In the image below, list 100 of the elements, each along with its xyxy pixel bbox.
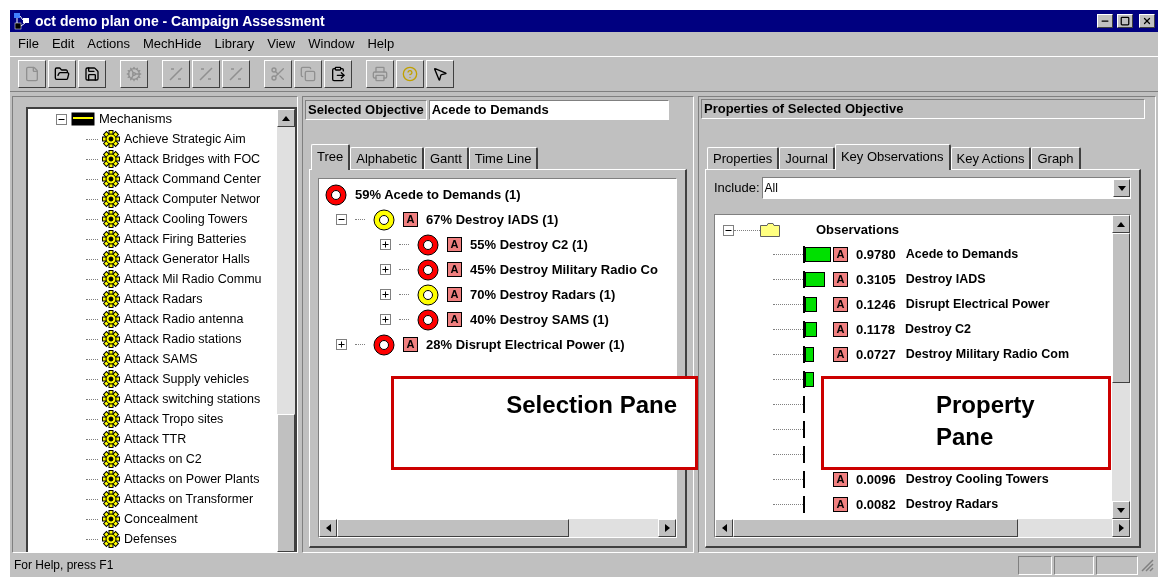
menu-item[interactable]: Edit xyxy=(51,34,75,54)
menu-item[interactable]: File xyxy=(18,34,39,54)
mechanism-item[interactable]: Attacks on Transformer xyxy=(124,489,254,509)
collapse-icon[interactable] xyxy=(723,224,734,236)
objective-label[interactable]: 55% Destroy C2 (1) xyxy=(470,234,588,255)
observation-name[interactable]: Destroy IADS xyxy=(905,270,986,289)
collapse-icon[interactable] xyxy=(336,214,347,225)
menu-item[interactable]: Window xyxy=(308,34,355,54)
mechanism-item[interactable]: Attack SAMS xyxy=(124,349,198,369)
left-arrow-icon xyxy=(325,524,331,532)
mechanism-item[interactable]: Attacks on Power Plants xyxy=(124,469,260,489)
menu-item[interactable]: MechHide xyxy=(143,34,202,54)
objective-label[interactable]: 40% Destroy SAMS (1) xyxy=(470,309,609,330)
gear-icon xyxy=(102,150,120,168)
mechanism-item[interactable]: Attack Cooling Towers xyxy=(124,209,248,229)
mechanism-item[interactable]: Attack Radio antenna xyxy=(124,309,244,329)
collapse-icon[interactable] xyxy=(56,113,67,125)
minimize-button[interactable] xyxy=(1097,14,1113,28)
scroll-up-button[interactable] xyxy=(277,109,295,127)
tree-label[interactable]: Mechanisms xyxy=(99,109,172,129)
vertical-scrollbar[interactable] xyxy=(1112,215,1130,519)
objective-label[interactable]: 67% Destroy IADS (1) xyxy=(426,209,559,230)
toolbar-button[interactable] xyxy=(426,60,454,88)
scroll-left-button[interactable] xyxy=(715,519,733,537)
expand-icon[interactable] xyxy=(336,339,347,350)
maximize-button[interactable] xyxy=(1117,14,1133,28)
tree-label[interactable]: Observations xyxy=(816,220,900,240)
scroll-thumb[interactable] xyxy=(277,414,295,552)
tab[interactable]: Key Observations xyxy=(834,144,951,170)
mechanism-item[interactable]: Achieve Strategic Aim xyxy=(124,129,246,149)
selected-objective-field[interactable]: Acede to Demands xyxy=(428,100,669,120)
right-arrow-icon xyxy=(1118,524,1124,532)
scroll-thumb[interactable] xyxy=(337,519,569,537)
tab[interactable]: Properties xyxy=(707,147,780,169)
fraction-slash-icon xyxy=(168,66,184,82)
scroll-thumb[interactable] xyxy=(1112,233,1130,383)
scroll-right-button[interactable] xyxy=(1112,519,1130,537)
tab[interactable]: Alphabetic xyxy=(350,147,424,169)
objective-label[interactable]: 59% Acede to Demands (1) xyxy=(355,184,521,205)
down-arrow-icon xyxy=(1117,507,1125,513)
observation-name[interactable]: Destroy Radars xyxy=(905,495,999,514)
status-text: For Help, press F1 xyxy=(14,557,115,574)
right-arrow-icon xyxy=(664,524,670,532)
objective-label[interactable]: 28% Disrupt Electrical Power (1) xyxy=(426,334,625,355)
toolbar-button[interactable] xyxy=(78,60,106,88)
include-dropdown[interactable]: All xyxy=(761,177,1131,199)
mechanism-item[interactable]: Attack Supply vehicles xyxy=(124,369,250,389)
expand-icon[interactable] xyxy=(380,264,391,275)
mechanism-item[interactable]: Attack Bridges with FOC xyxy=(124,149,261,169)
observation-value: 0.0096 xyxy=(856,470,896,489)
scroll-thumb[interactable] xyxy=(733,519,1018,537)
menu-item[interactable]: Help xyxy=(367,34,395,54)
observation-name[interactable]: Destroy Military Radio Com xyxy=(905,345,1069,364)
scroll-up-button[interactable] xyxy=(1112,215,1130,233)
tab[interactable]: Graph xyxy=(1031,147,1081,169)
observation-name[interactable]: Destroy Cooling Towers xyxy=(905,470,1049,489)
toolbar-button[interactable] xyxy=(396,60,424,88)
mechanism-item[interactable]: Attack Command Center xyxy=(124,169,261,189)
tab[interactable]: Time Line xyxy=(468,147,539,169)
objective-label[interactable]: 45% Destroy Military Radio Co xyxy=(470,259,658,280)
observation-name[interactable]: Disrupt Electrical Power xyxy=(905,295,1050,314)
scroll-right-button[interactable] xyxy=(658,519,676,537)
mechanism-item[interactable]: Attacks on C2 xyxy=(124,449,202,469)
scroll-left-button[interactable] xyxy=(319,519,337,537)
mechanism-item[interactable]: Attack Radars xyxy=(124,289,203,309)
action-badge: A xyxy=(833,247,848,262)
tab[interactable]: Tree xyxy=(311,144,351,170)
mechanism-item[interactable]: Attack Mil Radio Commu xyxy=(124,269,262,289)
observation-value: 0.0082 xyxy=(856,495,896,514)
expand-icon[interactable] xyxy=(380,239,391,250)
horizontal-scrollbar[interactable] xyxy=(319,519,676,537)
observation-name[interactable]: Destroy C2 xyxy=(905,320,972,339)
mechanism-item[interactable]: Defenses xyxy=(124,529,177,549)
mechanism-item[interactable]: Attack Computer Networ xyxy=(124,189,261,209)
expand-icon[interactable] xyxy=(380,314,391,325)
menu-item[interactable]: View xyxy=(267,34,296,54)
toolbar-button[interactable] xyxy=(324,60,352,88)
objective-label[interactable]: 70% Destroy Radars (1) xyxy=(470,284,616,305)
tab[interactable]: Key Actions xyxy=(950,147,1032,169)
observation-name[interactable]: Acede to Demands xyxy=(905,245,1019,264)
expand-icon[interactable] xyxy=(380,289,391,300)
scroll-down-button[interactable] xyxy=(1112,501,1130,519)
horizontal-scrollbar[interactable] xyxy=(715,519,1130,537)
action-badge: A xyxy=(833,297,848,312)
callout-text: Selection Pane xyxy=(506,390,677,420)
mechanism-item[interactable]: Attack Generator Halls xyxy=(124,249,250,269)
mechanism-item[interactable]: Attack Radio stations xyxy=(124,329,242,349)
mechanism-item[interactable]: Attack switching stations xyxy=(124,389,261,409)
close-button[interactable] xyxy=(1139,14,1155,28)
mechanism-item[interactable]: Attack TTR xyxy=(124,429,187,449)
vertical-scrollbar[interactable] xyxy=(277,109,295,552)
tab[interactable]: Gantt xyxy=(423,147,469,169)
mechanism-item[interactable]: Concealment xyxy=(124,509,198,529)
mechanism-item[interactable]: Attack Tropo sites xyxy=(124,409,224,429)
mechanism-item[interactable]: Attack Firing Batteries xyxy=(124,229,247,249)
menu-item[interactable]: Actions xyxy=(87,34,130,54)
toolbar-button[interactable] xyxy=(48,60,76,88)
tab[interactable]: Journal xyxy=(779,147,835,169)
gear-icon xyxy=(102,290,120,308)
menu-item[interactable]: Library xyxy=(214,34,255,54)
